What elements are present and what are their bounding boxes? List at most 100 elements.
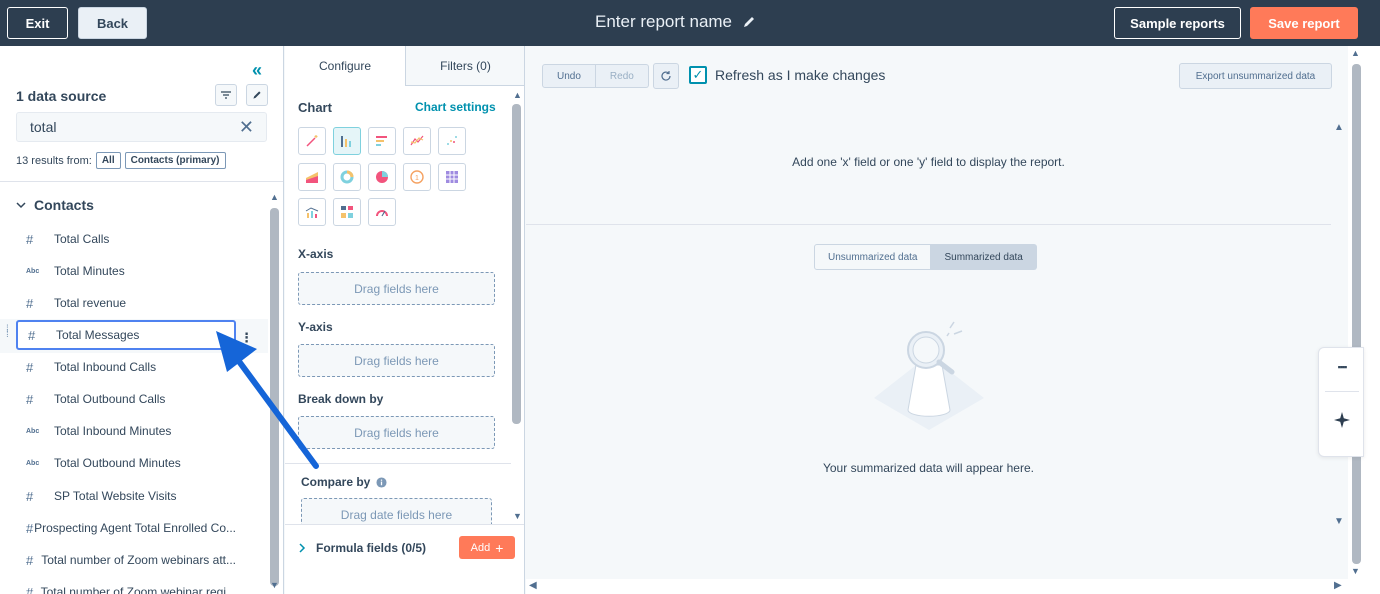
- filter-lines-icon[interactable]: [215, 84, 237, 106]
- x-axis-dropzone[interactable]: Drag fields here: [298, 272, 495, 305]
- scroll-down-arrow-icon[interactable]: ▼: [1334, 516, 1344, 527]
- chart-settings-link[interactable]: Chart settings: [415, 100, 496, 114]
- exit-button[interactable]: Exit: [7, 7, 68, 39]
- undo-button[interactable]: Undo: [542, 64, 596, 88]
- field-search-input[interactable]: [17, 113, 217, 141]
- field-row[interactable]: # Total Inbound Calls: [16, 352, 236, 382]
- save-report-button[interactable]: Save report: [1250, 7, 1358, 39]
- info-icon[interactable]: [376, 476, 387, 488]
- y-axis-title: Y-axis: [298, 320, 333, 334]
- group-label: Contacts: [34, 197, 94, 213]
- drag-handle-icon[interactable]: ⁞ ⁞: [6, 325, 9, 340]
- sample-reports-button[interactable]: Sample reports: [1114, 7, 1241, 39]
- page-scrollbar[interactable]: [1352, 64, 1361, 564]
- empty-report-message: Add one 'x' field or one 'y' field to di…: [792, 155, 1065, 169]
- field-row[interactable]: # Total Calls: [16, 224, 236, 254]
- scroll-down-arrow-icon[interactable]: ▼: [270, 580, 279, 590]
- pie-chart-icon[interactable]: [368, 163, 396, 191]
- refresh-checkbox-label: Refresh as I make changes: [715, 67, 886, 83]
- add-formula-button[interactable]: Add +: [459, 536, 515, 559]
- refresh-checkbox[interactable]: ✓: [689, 66, 707, 84]
- tab-filters[interactable]: Filters (0): [405, 46, 524, 86]
- unsummarized-data-tab[interactable]: Unsummarized data: [814, 244, 932, 270]
- divider: [0, 181, 283, 182]
- field-row[interactable]: Abc Total Minutes: [16, 256, 236, 286]
- field-row[interactable]: # Prospecting Agent Total Enrolled Co...: [16, 513, 236, 543]
- redo-button[interactable]: Redo: [595, 64, 649, 88]
- chart-section-title: Chart: [298, 100, 332, 115]
- number-type-icon: #: [26, 231, 34, 247]
- side-tools-panel: ▪▪▪▪: [1318, 347, 1364, 457]
- summarized-data-tab[interactable]: Summarized data: [931, 244, 1037, 270]
- filter-chip-all[interactable]: All: [95, 152, 121, 169]
- refresh-icon[interactable]: [653, 63, 679, 89]
- kpi-chart-icon[interactable]: 1: [403, 163, 431, 191]
- collapse-panel-icon[interactable]: «: [252, 60, 262, 81]
- back-button[interactable]: Back: [78, 7, 147, 39]
- break-down-dropzone[interactable]: Drag fields here: [298, 416, 495, 449]
- scroll-down-arrow-icon[interactable]: ▼: [513, 511, 522, 521]
- chevron-down-icon: [16, 201, 26, 208]
- field-search: ✕: [16, 112, 267, 142]
- text-type-icon: Abc: [26, 427, 40, 435]
- area-chart-icon[interactable]: [298, 163, 326, 191]
- scroll-right-arrow-icon[interactable]: ▶: [1334, 580, 1342, 591]
- pivot-chart-icon[interactable]: [333, 198, 361, 226]
- number-type-icon: #: [26, 359, 34, 375]
- export-unsummarized-button[interactable]: Export unsummarized data: [1179, 63, 1332, 89]
- scroll-up-arrow-icon[interactable]: ▲: [1351, 48, 1360, 58]
- field-row[interactable]: Abc Total Inbound Minutes: [16, 416, 236, 446]
- summarized-empty-message: Your summarized data will appear here.: [822, 461, 1034, 475]
- field-label: Total Outbound Calls: [54, 392, 166, 406]
- add-label: Add: [470, 541, 491, 554]
- combo-chart-icon[interactable]: [298, 198, 326, 226]
- edit-data-source-icon[interactable]: [246, 84, 268, 106]
- field-menu-icon[interactable]: ⋮: [240, 330, 253, 346]
- field-row[interactable]: # Total Outbound Calls: [16, 384, 236, 414]
- scroll-up-arrow-icon[interactable]: ▲: [513, 90, 522, 100]
- scroll-down-arrow-icon[interactable]: ▼: [1351, 566, 1360, 576]
- y-axis-dropzone[interactable]: Drag fields here: [298, 344, 495, 377]
- grid-dots-icon[interactable]: ▪▪▪▪: [1319, 362, 1365, 372]
- line-chart-icon[interactable]: [403, 127, 431, 155]
- tab-configure[interactable]: Configure: [285, 46, 405, 86]
- contacts-group-header[interactable]: Contacts: [16, 197, 94, 213]
- field-row[interactable]: Abc Total Outbound Minutes: [16, 448, 236, 478]
- table-chart-icon[interactable]: [438, 163, 466, 191]
- scroll-up-arrow-icon[interactable]: ▲: [270, 192, 279, 202]
- report-name-field[interactable]: Enter report name: [595, 12, 756, 32]
- undo-redo-group: Undo Redo: [542, 64, 649, 88]
- horizontal-scrollbar[interactable]: ◀ ▶: [526, 579, 1348, 594]
- donut-chart-icon[interactable]: [333, 163, 361, 191]
- results-summary: 13 results from: All Contacts (primary): [16, 152, 226, 169]
- field-row[interactable]: # Total number of Zoom webinar regi...: [16, 577, 236, 594]
- chevron-right-icon: [299, 543, 306, 553]
- magic-wand-chart-icon[interactable]: [298, 127, 326, 155]
- gauge-chart-icon[interactable]: [368, 198, 396, 226]
- field-label: Total Minutes: [54, 264, 125, 278]
- scroll-up-arrow-icon[interactable]: ▲: [1334, 122, 1344, 133]
- formula-fields-toggle[interactable]: Formula fields (0/5): [299, 541, 426, 555]
- number-type-icon: #: [28, 327, 36, 343]
- number-type-icon: #: [26, 552, 34, 568]
- filter-chip-contacts[interactable]: Contacts (primary): [124, 152, 226, 169]
- clear-search-icon[interactable]: ✕: [239, 117, 254, 138]
- field-row[interactable]: # Total Messages: [16, 320, 236, 350]
- horizontal-bar-chart-icon[interactable]: [368, 127, 396, 155]
- scatter-chart-icon[interactable]: [438, 127, 466, 155]
- svg-text:1: 1: [415, 175, 419, 182]
- field-row[interactable]: # Total number of Zoom webinars att...: [16, 545, 236, 575]
- left-scrollbar[interactable]: [270, 208, 279, 586]
- vertical-bar-chart-icon[interactable]: [333, 127, 361, 155]
- scroll-left-arrow-icon[interactable]: ◀: [529, 580, 537, 591]
- field-label: Prospecting Agent Total Enrolled Co...: [34, 521, 236, 535]
- config-scrollbar[interactable]: [512, 104, 521, 424]
- sparkle-icon[interactable]: [1319, 412, 1365, 433]
- number-type-icon: #: [26, 295, 34, 311]
- field-label: Total Inbound Calls: [54, 360, 157, 374]
- data-source-panel: « 1 data source ✕ 13 results from: All C…: [0, 46, 284, 594]
- top-bar: Exit Back Enter report name Sample repor…: [0, 0, 1380, 46]
- pencil-icon: [744, 17, 755, 27]
- field-row[interactable]: # SP Total Website Visits: [16, 481, 236, 511]
- field-row[interactable]: # Total revenue: [16, 288, 236, 318]
